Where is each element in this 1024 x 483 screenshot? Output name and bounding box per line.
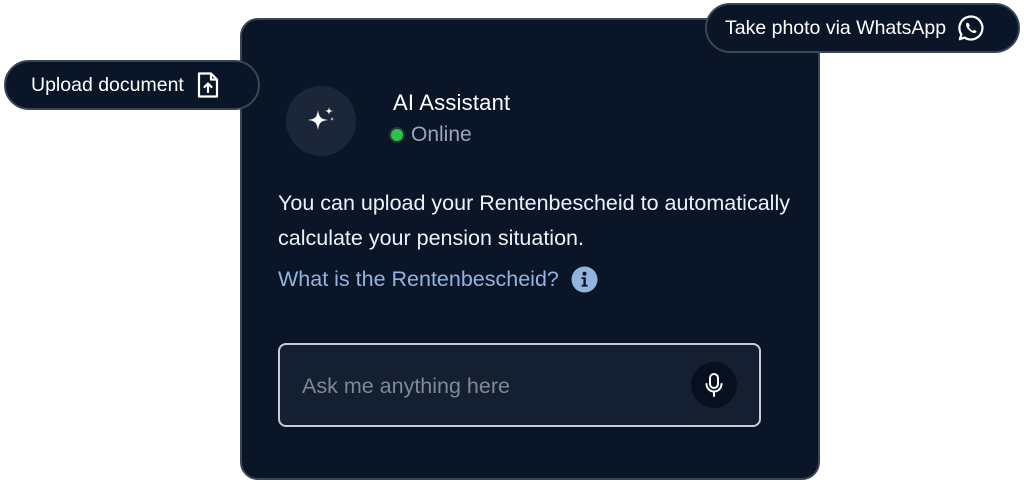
microphone-icon xyxy=(702,372,726,398)
assistant-name: AI Assistant xyxy=(393,90,511,115)
assistant-avatar xyxy=(286,86,356,156)
assistant-widget: AI Assistant Online You can upload your … xyxy=(0,0,1024,483)
status-indicator: Online xyxy=(391,123,472,147)
status-label: Online xyxy=(411,123,472,146)
online-status-dot xyxy=(391,129,403,141)
chat-input[interactable] xyxy=(300,345,684,427)
whatsapp-photo-button[interactable]: Take photo via WhatsApp xyxy=(705,3,1020,53)
whatsapp-icon xyxy=(957,14,985,42)
upload-document-button[interactable]: Upload document xyxy=(4,60,260,110)
file-upload-icon xyxy=(196,71,220,99)
rentenbescheid-help-link[interactable]: What is the Rentenbescheid? xyxy=(278,266,598,293)
help-link-label: What is the Rentenbescheid? xyxy=(278,267,559,291)
chat-input-box xyxy=(278,343,761,427)
microphone-button[interactable] xyxy=(691,362,737,408)
whatsapp-photo-label: Take photo via WhatsApp xyxy=(725,16,947,39)
assistant-card: AI Assistant Online You can upload your … xyxy=(240,18,820,480)
info-icon[interactable] xyxy=(571,266,598,293)
upload-document-label: Upload document xyxy=(31,73,184,96)
sparkles-icon xyxy=(303,103,339,139)
assistant-message: You can upload your Rentenbescheid to au… xyxy=(278,191,790,250)
